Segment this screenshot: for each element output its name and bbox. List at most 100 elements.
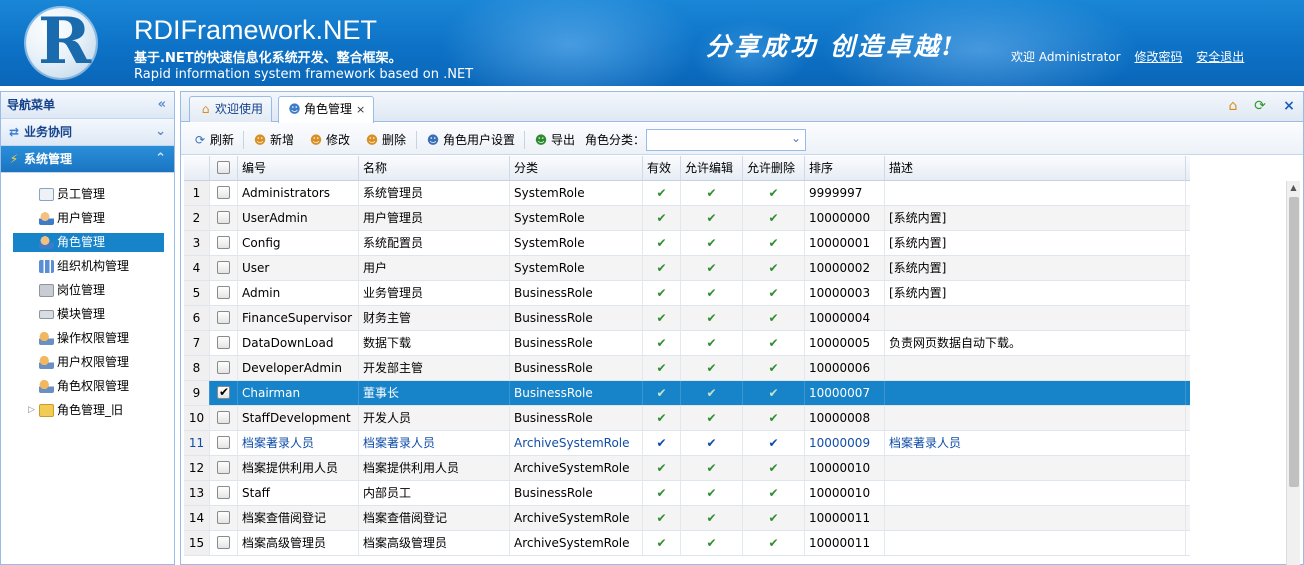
row-checkbox[interactable] xyxy=(217,236,230,249)
add-button[interactable]: ☻ 新增 xyxy=(252,129,294,151)
logout-link[interactable]: 安全退出 xyxy=(1196,48,1244,65)
row-checkbox[interactable] xyxy=(217,436,230,449)
refresh-icon[interactable]: ⟳ xyxy=(1251,97,1269,115)
change-password-link[interactable]: 修改密码 xyxy=(1134,48,1182,65)
sidebar-item-user-permission[interactable]: 用户权限管理 xyxy=(13,353,164,372)
tab-welcome[interactable]: ⌂ 欢迎使用 xyxy=(189,96,273,122)
role-users-button[interactable]: ☻ 角色用户设置 xyxy=(425,129,515,151)
scrollbar-thumb[interactable] xyxy=(1289,197,1299,487)
export-button[interactable]: ☻ 导出 xyxy=(533,129,575,151)
row-checkbox-cell[interactable] xyxy=(210,356,238,380)
table-row[interactable]: 6 FinanceSupervisor 财务主管 BusinessRole ✔ ✔ ✔ 100… xyxy=(184,306,1190,331)
table-row[interactable]: 2 UserAdmin 用户管理员 SystemRole ✔ ✔ ✔ 10000000 [系统内… xyxy=(184,206,1190,231)
header-allow-edit[interactable]: 允许编辑 xyxy=(681,156,743,181)
refresh-button[interactable]: ⟳ 刷新 xyxy=(192,129,234,151)
cell-allow-delete: ✔ xyxy=(743,231,805,255)
header-sort[interactable]: 排序 xyxy=(805,156,885,181)
expand-arrow-icon[interactable]: ▷ xyxy=(28,401,35,420)
sidebar-section-system[interactable]: ⚡ 系统管理 ⌃ xyxy=(1,146,174,173)
row-checkbox[interactable] xyxy=(217,411,230,424)
sidebar-item-position[interactable]: 岗位管理 xyxy=(13,281,164,300)
sidebar-section-business[interactable]: ⇄ 业务协同 ⌄ xyxy=(1,119,174,146)
tab-role-management[interactable]: ☻ 角色管理 × xyxy=(278,96,375,123)
table-row[interactable]: 1 Administrators 系统管理员 SystemRole ✔ ✔ ✔ 9999997 xyxy=(184,181,1190,206)
row-checkbox[interactable] xyxy=(217,383,230,401)
row-checkbox-cell[interactable] xyxy=(210,506,238,530)
row-checkbox[interactable] xyxy=(217,336,230,349)
row-checkbox-cell[interactable] xyxy=(210,181,238,205)
row-checkbox[interactable] xyxy=(217,311,230,324)
row-checkbox[interactable] xyxy=(217,511,230,524)
row-checkbox-cell[interactable] xyxy=(210,281,238,305)
scroll-up-icon[interactable]: ▲ xyxy=(1287,181,1300,195)
row-checkbox-cell[interactable] xyxy=(210,231,238,255)
header-code[interactable]: 编号 xyxy=(238,156,359,181)
cell-name: 业务管理员 xyxy=(359,281,510,305)
sidebar-item-user[interactable]: 用户管理 xyxy=(13,209,164,228)
row-checkbox[interactable] xyxy=(217,461,230,474)
sidebar-item-employee[interactable]: 员工管理 xyxy=(13,185,164,204)
row-checkbox[interactable] xyxy=(217,361,230,374)
row-checkbox[interactable] xyxy=(217,186,230,199)
header-category[interactable]: 分类 xyxy=(510,156,643,181)
table-row[interactable]: 8 DeveloperAdmin 开发部主管 BusinessRole ✔ ✔ ✔ 10000… xyxy=(184,356,1190,381)
row-checkbox-cell[interactable] xyxy=(210,456,238,480)
row-checkbox[interactable] xyxy=(217,286,230,299)
sidebar-item-role-permission[interactable]: 角色权限管理 xyxy=(13,377,164,396)
box-icon xyxy=(39,284,54,297)
chevron-up-icon[interactable]: ⌃ xyxy=(155,146,166,172)
close-tab-icon[interactable]: × xyxy=(356,98,365,122)
sidebar-item-role-old[interactable]: ▷ 角色管理_旧 xyxy=(13,401,164,420)
header-description[interactable]: 描述 xyxy=(885,156,1186,181)
select-all-checkbox[interactable] xyxy=(217,161,230,174)
table-row[interactable]: 10 StaffDevelopment 开发人员 BusinessRole ✔ ✔ ✔ 100… xyxy=(184,406,1190,431)
collapse-sidebar-icon[interactable]: « xyxy=(158,92,166,118)
header-enabled[interactable]: 有效 xyxy=(643,156,681,181)
cell-sort: 10000011 xyxy=(805,506,885,530)
table-row[interactable]: 11 档案著录人员 档案著录人员 ArchiveSystemRole ✔ ✔ ✔ 100000… xyxy=(184,431,1190,456)
row-checkbox-cell[interactable] xyxy=(210,381,238,405)
sidebar-item-organization[interactable]: 组织机构管理 xyxy=(13,257,164,276)
role-users-icon: ☻ xyxy=(426,133,440,147)
table-row[interactable]: 12 档案提供利用人员 档案提供利用人员 ArchiveSystemRole ✔ ✔ ✔ 10… xyxy=(184,456,1190,481)
row-checkbox[interactable] xyxy=(217,536,230,549)
chevron-down-icon[interactable]: ⌄ xyxy=(791,131,801,145)
table-row[interactable]: 9Chairman董事长BusinessRole✔✔✔10000007 xyxy=(184,381,1190,406)
row-checkbox-cell[interactable] xyxy=(210,406,238,430)
table-row[interactable]: 3 Config 系统配置员 SystemRole ✔ ✔ ✔ 10000001 [系统内置] xyxy=(184,231,1190,256)
cell-allow-delete: ✔ xyxy=(743,456,805,480)
row-checkbox-cell[interactable] xyxy=(210,256,238,280)
table-row[interactable]: 7 DataDownLoad 数据下载 BusinessRole ✔ ✔ ✔ 10000005… xyxy=(184,331,1190,356)
cell-enabled: ✔ xyxy=(643,331,681,355)
delete-button[interactable]: ☻ 删除 xyxy=(364,129,406,151)
table-row[interactable]: 5 Admin 业务管理员 BusinessRole ✔ ✔ ✔ 10000003 [系统内置] xyxy=(184,281,1190,306)
row-checkbox[interactable] xyxy=(217,211,230,224)
header-select-all[interactable] xyxy=(210,156,238,181)
category-select[interactable]: ⌄ xyxy=(646,129,806,151)
home-icon[interactable]: ⌂ xyxy=(1224,97,1242,115)
row-checkbox-cell[interactable] xyxy=(210,331,238,355)
row-checkbox-cell[interactable] xyxy=(210,531,238,555)
row-checkbox-cell[interactable] xyxy=(210,206,238,230)
cell-enabled: ✔ xyxy=(643,456,681,480)
close-icon[interactable]: × xyxy=(1280,97,1298,115)
row-checkbox-cell[interactable] xyxy=(210,306,238,330)
table-row[interactable]: 14 档案查借阅登记 档案查借阅登记 ArchiveSystemRole ✔ ✔ ✔ 1000… xyxy=(184,506,1190,531)
chevron-down-icon[interactable]: ⌄ xyxy=(155,119,166,145)
sidebar-item-operation-permission[interactable]: 操作权限管理 xyxy=(13,329,164,348)
edit-button[interactable]: ☻ 修改 xyxy=(308,129,350,151)
row-checkbox[interactable] xyxy=(217,486,230,499)
main-panel: ⌂ 欢迎使用 ☻ 角色管理 × ⌂ ⟳ × ⟳ 刷新 ☻ 新增 ☻ 修改 ☻ 删除 ☻ 角色用户… xyxy=(180,91,1304,565)
vertical-scrollbar[interactable]: ▲ xyxy=(1286,181,1300,565)
header-name[interactable]: 名称 xyxy=(359,156,510,181)
row-checkbox[interactable] xyxy=(217,261,230,274)
row-checkbox-cell[interactable] xyxy=(210,481,238,505)
cell-sort: 10000003 xyxy=(805,281,885,305)
sidebar-item-module[interactable]: 模块管理 xyxy=(13,305,164,324)
sidebar-item-role[interactable]: 角色管理 xyxy=(13,233,164,252)
header-allow-delete[interactable]: 允许删除 xyxy=(743,156,805,181)
table-row[interactable]: 4 User 用户 SystemRole ✔ ✔ ✔ 10000002 [系统内置] xyxy=(184,256,1190,281)
table-row[interactable]: 15 档案高级管理员 档案高级管理员 ArchiveSystemRole ✔ ✔ ✔ 1000… xyxy=(184,531,1190,556)
row-checkbox-cell[interactable] xyxy=(210,431,238,455)
table-row[interactable]: 13 Staff 内部员工 BusinessRole ✔ ✔ ✔ 10000010 xyxy=(184,481,1190,506)
